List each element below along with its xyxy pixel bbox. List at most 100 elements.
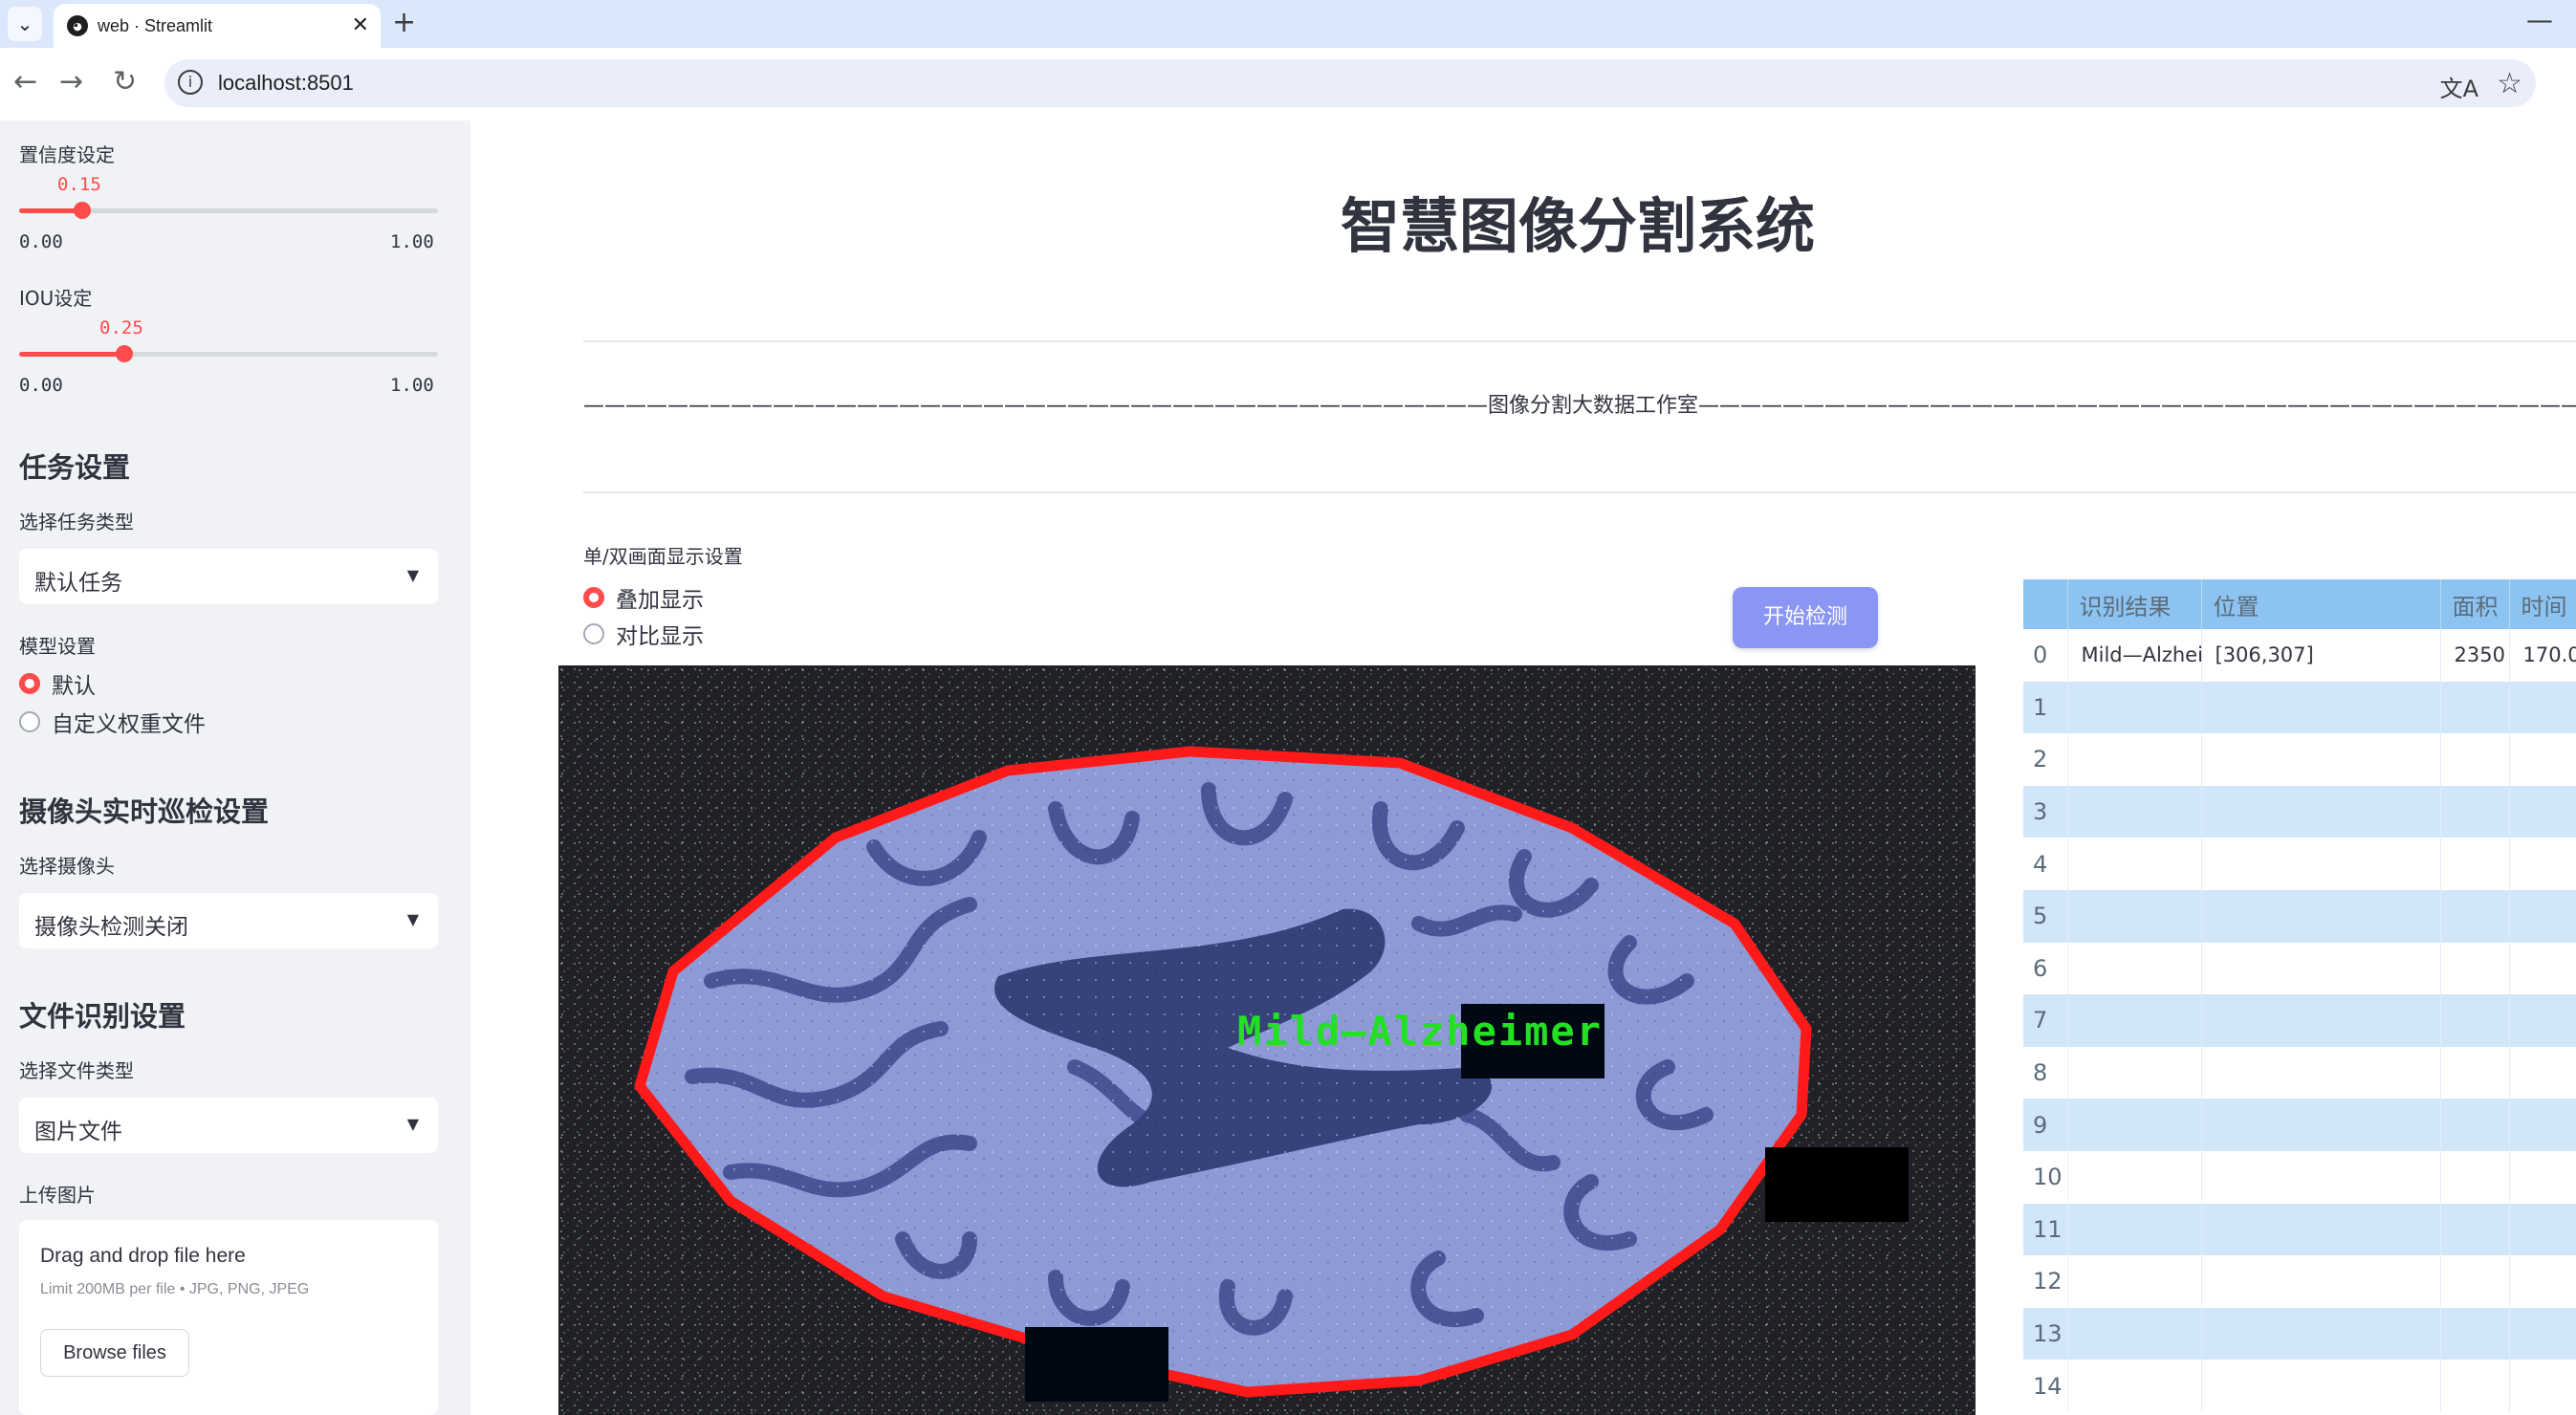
- table-cell[interactable]: [2201, 838, 2441, 890]
- table-cell[interactable]: [2440, 733, 2510, 786]
- table-row[interactable]: 0Mild—Alzheimer[306,307]2350170.02: [2023, 629, 2576, 682]
- task-type-select[interactable]: 默认任务 ▼: [19, 549, 438, 604]
- table-cell[interactable]: [2201, 1150, 2441, 1204]
- table-cell[interactable]: [2201, 1255, 2441, 1308]
- table-cell[interactable]: [2509, 1203, 2576, 1256]
- table-cell[interactable]: [2201, 785, 2441, 838]
- table-cell[interactable]: [2067, 1307, 2202, 1361]
- table-cell[interactable]: [2067, 838, 2202, 890]
- table-row[interactable]: 1: [2023, 681, 2576, 734]
- table-cell[interactable]: [2201, 1360, 2441, 1412]
- table-cell[interactable]: [2509, 681, 2576, 734]
- radio-selected-icon[interactable]: [19, 673, 40, 694]
- table-cell[interactable]: [2067, 889, 2202, 943]
- model-option-default[interactable]: 默认: [19, 669, 96, 699]
- browser-tab[interactable]: ◕ web · Streamlit ✕: [54, 4, 381, 48]
- iou-slider[interactable]: [19, 345, 438, 362]
- window-minimize-icon[interactable]: —: [2526, 4, 2553, 35]
- url-text[interactable]: localhost:8501: [218, 71, 354, 96]
- table-cell[interactable]: [2067, 942, 2202, 995]
- table-cell[interactable]: [2509, 1307, 2576, 1361]
- table-row[interactable]: 10: [2023, 1150, 2576, 1204]
- table-cell[interactable]: [2509, 1255, 2576, 1308]
- table-cell[interactable]: [2067, 733, 2202, 786]
- table-header-cell[interactable]: 面积: [2440, 579, 2510, 629]
- file-type-select[interactable]: 图片文件 ▼: [19, 1098, 438, 1153]
- table-cell[interactable]: 2350: [2440, 629, 2510, 682]
- table-row[interactable]: 14: [2023, 1360, 2576, 1412]
- table-cell[interactable]: [2067, 1360, 2202, 1412]
- table-cell[interactable]: [2440, 1203, 2510, 1256]
- table-row[interactable]: 3: [2023, 785, 2576, 838]
- table-cell[interactable]: [2509, 889, 2576, 943]
- table-row[interactable]: 4: [2023, 838, 2576, 890]
- table-cell[interactable]: [2201, 1307, 2441, 1361]
- camera-select[interactable]: 摄像头检测关闭 ▼: [19, 893, 438, 948]
- tab-search-chevron-icon[interactable]: ⌄: [8, 7, 42, 41]
- radio-selected-icon[interactable]: [583, 587, 604, 608]
- table-cell[interactable]: [2067, 1255, 2202, 1308]
- table-cell[interactable]: 170.02: [2509, 629, 2576, 682]
- table-row[interactable]: 8: [2023, 1046, 2576, 1099]
- table-cell[interactable]: [2440, 681, 2510, 734]
- table-cell[interactable]: [2067, 1046, 2202, 1099]
- table-row[interactable]: 7: [2023, 994, 2576, 1047]
- table-cell[interactable]: [2201, 681, 2441, 734]
- table-cell[interactable]: [2440, 1255, 2510, 1308]
- confidence-slider-thumb[interactable]: [73, 202, 91, 219]
- table-row[interactable]: 12: [2023, 1255, 2576, 1308]
- address-bar[interactable]: i localhost:8501 文A ☆: [164, 59, 2536, 107]
- table-cell[interactable]: [2201, 1203, 2441, 1256]
- table-cell[interactable]: [2440, 1150, 2510, 1204]
- forward-arrow-icon[interactable]: →: [59, 65, 83, 98]
- site-info-icon[interactable]: i: [178, 70, 203, 95]
- table-row[interactable]: 9: [2023, 1099, 2576, 1151]
- table-cell[interactable]: [2067, 1099, 2202, 1151]
- table-cell[interactable]: [2509, 838, 2576, 890]
- table-cell[interactable]: Mild—Alzheimer: [2067, 629, 2202, 682]
- display-option-compare[interactable]: 对比显示: [583, 620, 704, 649]
- table-row[interactable]: 11: [2023, 1203, 2576, 1256]
- table-cell[interactable]: [2440, 1099, 2510, 1151]
- start-detection-button[interactable]: 开始检测: [1733, 587, 1878, 648]
- table-header-cell[interactable]: 位置: [2201, 579, 2441, 629]
- table-cell[interactable]: [2440, 994, 2510, 1047]
- table-cell[interactable]: [2201, 994, 2441, 1047]
- table-cell[interactable]: [2440, 838, 2510, 890]
- table-cell[interactable]: [2440, 785, 2510, 838]
- table-cell[interactable]: [2201, 1099, 2441, 1151]
- table-cell[interactable]: [2440, 1046, 2510, 1099]
- tab-close-icon[interactable]: ✕: [352, 13, 369, 37]
- file-uploader-dropzone[interactable]: Drag and drop file here Limit 200MB per …: [19, 1220, 438, 1415]
- table-cell[interactable]: [2509, 994, 2576, 1047]
- table-cell[interactable]: [2201, 1046, 2441, 1099]
- table-cell[interactable]: [2509, 942, 2576, 995]
- table-cell[interactable]: [2067, 1150, 2202, 1204]
- table-cell[interactable]: [2067, 681, 2202, 734]
- radio-unselected-icon[interactable]: [583, 623, 604, 644]
- table-cell[interactable]: [2509, 785, 2576, 838]
- back-arrow-icon[interactable]: ←: [13, 65, 37, 98]
- table-cell[interactable]: [2509, 1099, 2576, 1151]
- table-cell[interactable]: [2440, 1307, 2510, 1361]
- table-cell[interactable]: [2440, 1360, 2510, 1412]
- table-row[interactable]: 5: [2023, 889, 2576, 943]
- table-cell[interactable]: [2201, 889, 2441, 943]
- iou-slider-thumb[interactable]: [115, 345, 133, 362]
- confidence-slider[interactable]: [19, 202, 438, 219]
- table-row[interactable]: 13: [2023, 1307, 2576, 1361]
- table-row[interactable]: 2: [2023, 733, 2576, 786]
- table-row[interactable]: 6: [2023, 942, 2576, 995]
- display-option-overlay[interactable]: 叠加显示: [583, 583, 704, 613]
- bookmark-star-icon[interactable]: ☆: [2497, 67, 2522, 100]
- table-cell[interactable]: [2440, 942, 2510, 995]
- table-header-cell[interactable]: 时间: [2509, 579, 2576, 629]
- table-cell[interactable]: [2067, 1203, 2202, 1256]
- new-tab-plus-icon[interactable]: +: [392, 6, 416, 39]
- radio-unselected-icon[interactable]: [19, 711, 40, 732]
- table-cell[interactable]: [306,307]: [2201, 629, 2441, 682]
- browse-files-button[interactable]: Browse files: [40, 1329, 189, 1377]
- table-cell[interactable]: [2440, 889, 2510, 943]
- translate-icon[interactable]: 文A: [2440, 70, 2478, 103]
- table-cell[interactable]: [2201, 942, 2441, 995]
